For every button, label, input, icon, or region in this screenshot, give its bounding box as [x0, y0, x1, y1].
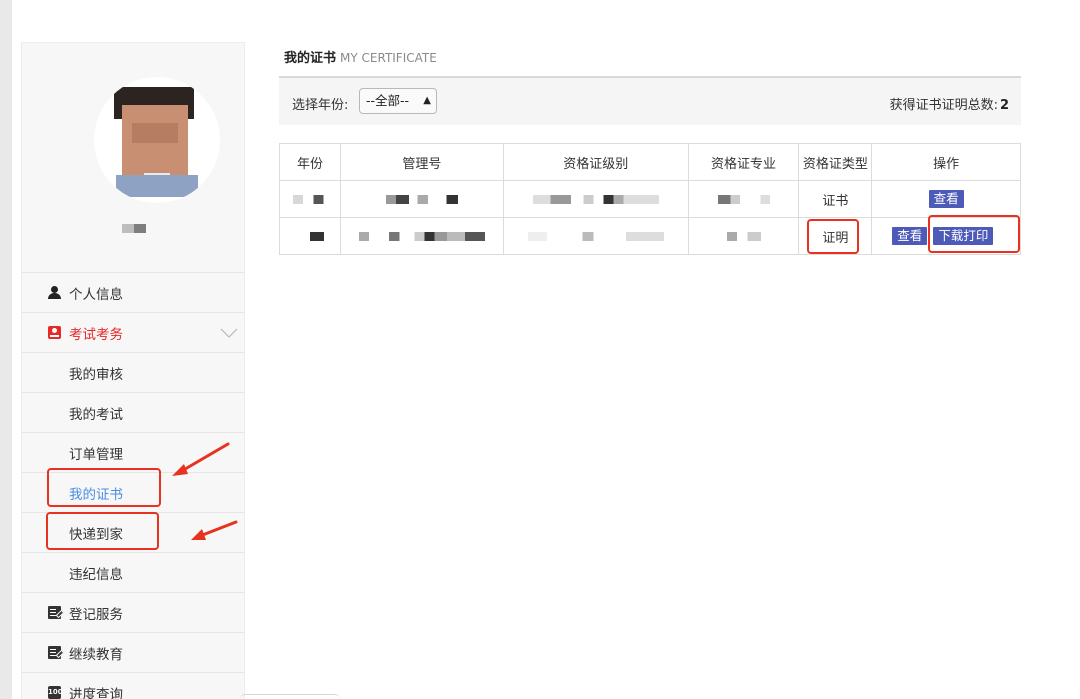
view-button[interactable]: 查看	[892, 227, 928, 245]
sidebar-item-registration-service[interactable]: 登记服务	[22, 592, 244, 632]
major-cell-blurred	[687, 217, 800, 255]
management-number-blurred	[339, 180, 504, 218]
annotation-highlight-express	[46, 512, 159, 550]
column-header: 管理号	[339, 143, 504, 181]
annotation-highlight-type	[807, 219, 859, 254]
avatar	[94, 77, 220, 203]
column-header: 资格证级别	[502, 143, 689, 181]
exam-icon	[48, 326, 61, 339]
window-bottom-edge	[240, 694, 340, 699]
certificate-total-value: 2	[999, 98, 1009, 113]
select-arrows-icon: ▲	[423, 95, 431, 106]
certificate-table: 年份 管理号 资格证级别 资格证专业 资格证类型 操作 证书 查看 证明 查看 …	[279, 143, 1021, 255]
level-cell-blurred	[502, 217, 689, 255]
year-cell-blurred	[279, 180, 341, 218]
level-cell-blurred	[502, 180, 689, 218]
sidebar-item-label: 考试考务	[69, 326, 123, 343]
sidebar-subitem-my-exam[interactable]: 我的考试	[22, 392, 244, 432]
sidebar-item-label: 进度查询	[69, 686, 123, 699]
sidebar-item-label: 登记服务	[69, 606, 123, 623]
sidebar-item-label: 我的考试	[69, 406, 123, 423]
year-cell-blurred	[279, 217, 341, 255]
year-filter-label: 选择年份:	[292, 98, 349, 113]
sidebar-item-label: 继续教育	[69, 646, 123, 663]
certificate-total: 获得证书证明总数: 2	[890, 94, 1009, 113]
year-select[interactable]: --全部-- ▲	[359, 88, 437, 114]
sidebar-item-label: 个人信息	[69, 286, 123, 303]
annotation-highlight-download	[928, 215, 1020, 253]
chevron-down-icon	[220, 328, 238, 338]
username-blurred	[122, 224, 146, 233]
filter-bar: 选择年份: --全部-- ▲ 获得证书证明总数: 2	[279, 78, 1021, 125]
table-header-row: 年份 管理号 资格证级别 资格证专业 资格证类型 操作	[279, 143, 1021, 181]
sidebar-item-label: 我的审核	[69, 366, 123, 383]
sidebar: 个人信息 考试考务 我的审核 我的考试 订单管理 我的证书 快递到家 违纪信息 …	[21, 42, 245, 699]
annotation-highlight-my-certificate	[47, 468, 161, 507]
column-header: 操作	[871, 143, 1021, 181]
window-left-edge	[0, 0, 12, 699]
edit-icon	[48, 606, 61, 619]
table-row: 证书 查看	[279, 180, 1021, 218]
table-row: 证明 查看 下载打印	[279, 217, 1021, 255]
sidebar-subitem-my-review[interactable]: 我的审核	[22, 352, 244, 392]
sidebar-item-personal-info[interactable]: 个人信息	[22, 272, 244, 312]
page-title: 我的证书 MY CERTIFICATE	[284, 47, 437, 66]
sidebar-item-exam-affairs[interactable]: 考试考务	[22, 312, 244, 352]
sidebar-subitem-violation-info[interactable]: 违纪信息	[22, 552, 244, 592]
certificate-total-label: 获得证书证明总数:	[889, 98, 998, 113]
type-cell: 证书	[798, 180, 873, 218]
actions-cell: 查看	[871, 180, 1021, 218]
major-cell-blurred	[687, 180, 800, 218]
sidebar-item-label: 订单管理	[69, 446, 123, 463]
year-select-value: --全部--	[366, 93, 410, 108]
column-header: 资格证专业	[687, 143, 800, 181]
management-number-blurred	[339, 217, 504, 255]
sidebar-item-continuing-education[interactable]: 继续教育	[22, 632, 244, 672]
sidebar-item-progress-query[interactable]: 100 进度查询	[22, 672, 244, 699]
sidebar-item-label: 违纪信息	[69, 566, 123, 583]
edit-icon	[48, 646, 61, 659]
annotation-arrow-icon	[191, 520, 238, 540]
column-header: 资格证类型	[798, 143, 873, 181]
profile-card	[22, 43, 244, 272]
page-title-cn: 我的证书	[284, 51, 337, 66]
column-header: 年份	[279, 143, 341, 181]
person-icon	[48, 286, 61, 299]
view-button[interactable]: 查看	[928, 190, 964, 208]
calendar-icon: 100	[48, 686, 63, 699]
annotation-arrow-icon	[172, 442, 230, 476]
page-title-en: MY CERTIFICATE	[340, 51, 437, 65]
